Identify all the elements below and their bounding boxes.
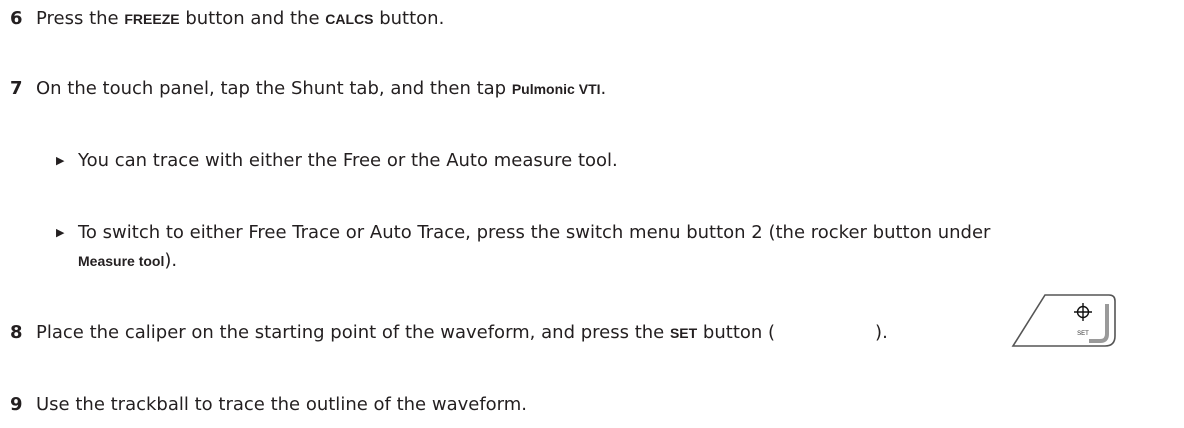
step-text: Use the trackball to trace the outline o… bbox=[36, 394, 528, 415]
step-text: button. bbox=[373, 8, 445, 29]
set-button-label: SET bbox=[669, 325, 698, 341]
bullet-item: ▶ You can trace with either the Free or t… bbox=[56, 150, 618, 174]
step-text: On the touch panel, tap the Shunt tab, a… bbox=[36, 78, 512, 99]
step-number: 7 bbox=[10, 78, 23, 99]
measure-tool-label: Measure tool bbox=[78, 253, 165, 269]
set-button-illustration: SET bbox=[1011, 294, 1116, 347]
triangle-bullet-icon: ▶ bbox=[56, 226, 65, 239]
step-7: 7 On the touch panel, tap the Shunt tab, … bbox=[10, 78, 606, 100]
triangle-bullet-icon: ▶ bbox=[56, 154, 65, 167]
step-text: button ( bbox=[697, 322, 776, 343]
step-number: 8 bbox=[10, 322, 23, 343]
step-text: Place the caliper on the starting point … bbox=[36, 322, 670, 343]
step-8: 8 Place the caliper on the starting point… bbox=[10, 322, 888, 344]
bullet-text: To switch to either Free Trace or Auto T… bbox=[78, 222, 991, 243]
set-button-text: SET bbox=[1077, 331, 1089, 337]
bullet-text: You can trace with either the Free or th… bbox=[78, 150, 618, 171]
step-text: Press the bbox=[36, 8, 125, 29]
step-text: button and the bbox=[179, 8, 326, 29]
step-9: 9 Use the trackball to trace the outline … bbox=[10, 394, 527, 416]
step-text: . bbox=[600, 78, 607, 99]
bullet-text: ). bbox=[164, 250, 178, 271]
bullet-continuation: Measure tool). bbox=[78, 250, 177, 272]
step-6: 6 Press the FREEZE button and the CALCS b… bbox=[10, 8, 444, 30]
set-button-outline bbox=[1011, 294, 1116, 347]
calcs-button-label: CALCS bbox=[325, 11, 374, 27]
bullet-item: ▶ To switch to either Free Trace or Auto … bbox=[56, 222, 990, 246]
step-number: 9 bbox=[10, 394, 23, 415]
freeze-button-label: FREEZE bbox=[124, 11, 180, 27]
step-number: 6 bbox=[10, 8, 23, 29]
step-text: ). bbox=[875, 322, 888, 343]
pulmonic-vti-label: Pulmonic VTI bbox=[511, 81, 601, 97]
